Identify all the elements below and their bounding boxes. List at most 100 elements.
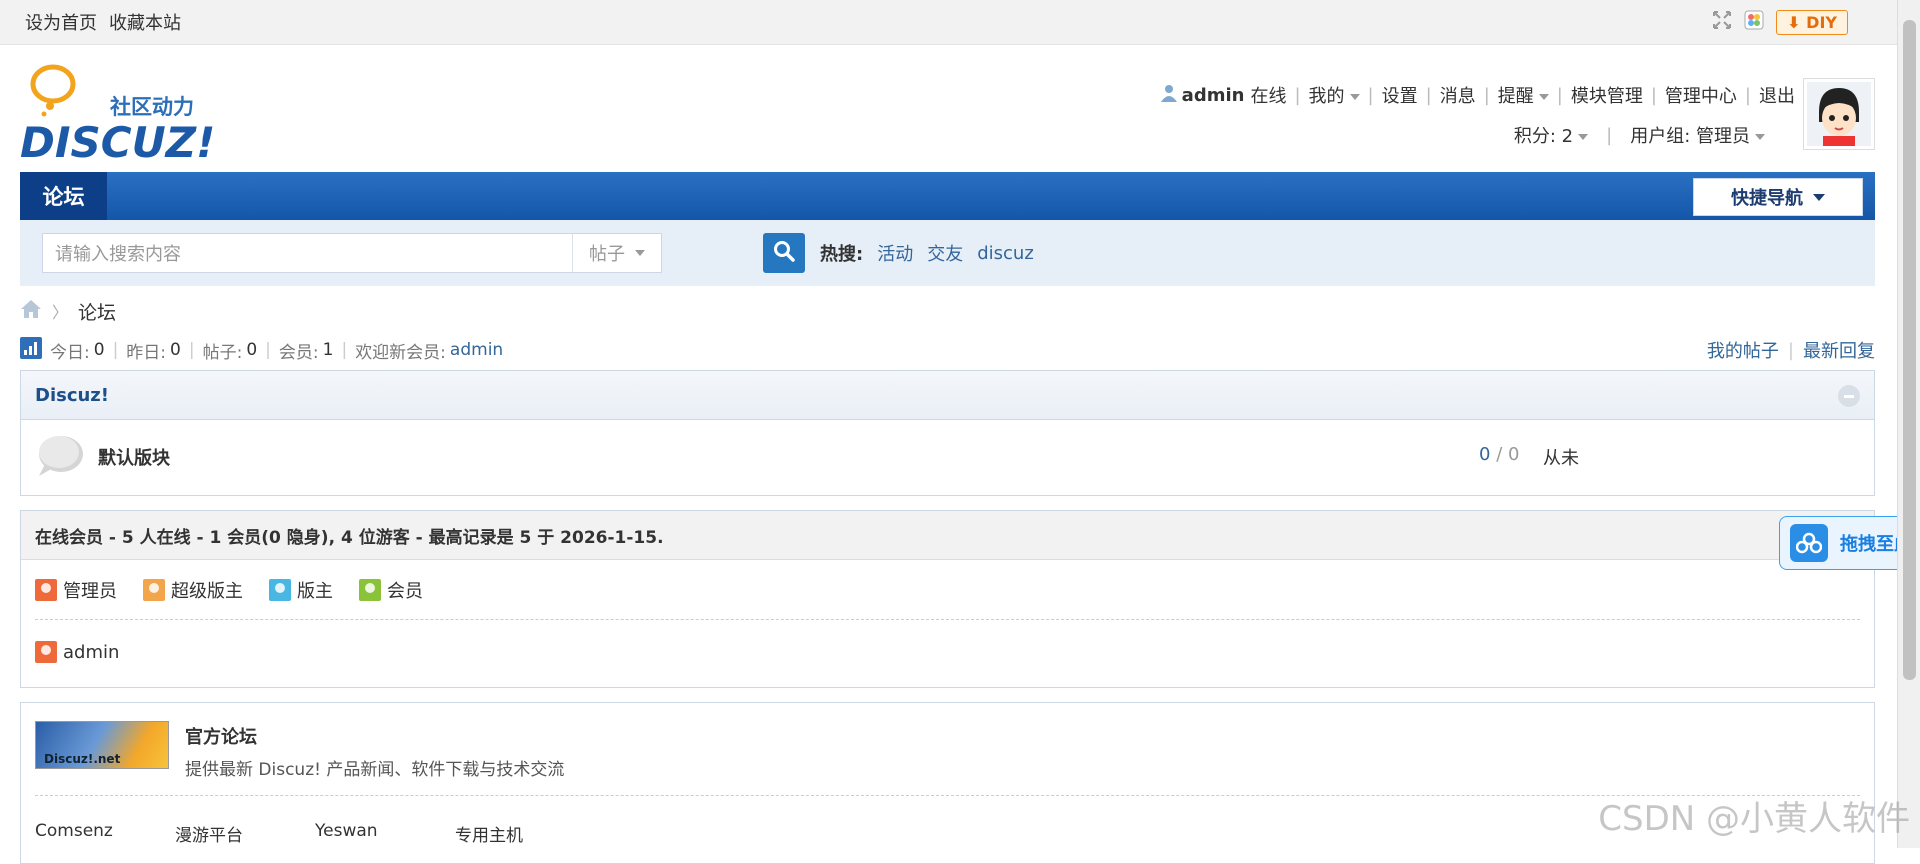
fullscreen-icon[interactable]: [1712, 10, 1732, 35]
logo-brand: DISCUZ!: [20, 118, 215, 164]
set-home-link[interactable]: 设为首页: [25, 9, 97, 35]
hot-link-discuz[interactable]: discuz: [977, 243, 1034, 264]
module-manage-link[interactable]: 模块管理: [1571, 82, 1643, 108]
friend-link[interactable]: 专用主机: [455, 821, 595, 846]
hot-link-friends[interactable]: 交友: [927, 240, 963, 266]
chevron-down-icon: [1538, 94, 1549, 100]
forum-bubble-icon: [35, 434, 85, 483]
page-scrollbar[interactable]: [1897, 0, 1920, 848]
forum-counts: 0 / 0: [1479, 444, 1520, 465]
online-header[interactable]: 在线会员 - 5 人在线 - 1 会员(0 隐身), 4 位游客 - 最高记录是…: [21, 511, 1874, 560]
hot-search-label: 热搜:: [820, 244, 864, 265]
watermark: CSDN @小黄人软件: [1598, 799, 1910, 839]
top-bar: 设为首页 收藏本站 ⬇ DIY: [0, 0, 1898, 45]
quick-nav-label: 快捷导航: [1731, 188, 1803, 209]
friend-link[interactable]: 漫游平台: [175, 821, 315, 846]
admin-role-icon: [35, 579, 57, 601]
online-box: 在线会员 - 5 人在线 - 1 会员(0 隐身), 4 位游客 - 最高记录是…: [20, 510, 1875, 688]
official-forum-desc: 提供最新 Discuz! 产品新闻、软件下载与技术交流: [185, 760, 565, 780]
hot-search: 热搜: 活动 交友 discuz: [820, 233, 1034, 273]
links-box: Discuz!.net 官方论坛 提供最新 Discuz! 产品新闻、软件下载与…: [20, 702, 1875, 864]
style-switch-icon[interactable]: [1744, 10, 1764, 35]
official-forum-title[interactable]: 官方论坛: [185, 723, 564, 749]
logout-link[interactable]: 退出: [1759, 82, 1795, 108]
user-nav-secondary: 积分: 2 | 用户组: 管理员: [1514, 122, 1765, 148]
category-title[interactable]: Discuz!: [35, 385, 109, 406]
admin-center-link[interactable]: 管理中心: [1665, 82, 1737, 108]
diy-button[interactable]: ⬇ DIY: [1776, 9, 1848, 35]
online-status: 在线: [1250, 86, 1287, 107]
online-user-name: admin: [63, 641, 120, 663]
latest-replies-link[interactable]: 最新回复: [1803, 337, 1875, 363]
messages-link[interactable]: 消息: [1440, 82, 1476, 108]
friend-link[interactable]: Yeswan: [315, 821, 455, 846]
settings-link[interactable]: 设置: [1382, 82, 1418, 108]
hot-link-activity[interactable]: 活动: [877, 240, 913, 266]
user-icon: [1160, 84, 1178, 107]
cloud-icon: [1790, 524, 1828, 562]
site-logo[interactable]: 社区动力 DISCUZ!: [20, 60, 220, 167]
legend-admin: 管理员: [35, 577, 117, 603]
main-nav: 论坛 快捷导航: [20, 172, 1875, 220]
official-forum-banner[interactable]: Discuz!.net: [35, 721, 169, 769]
breadcrumb-current: 论坛: [78, 301, 117, 324]
home-icon[interactable]: [20, 299, 42, 324]
legend-member: 会员: [359, 577, 423, 603]
bookmark-link[interactable]: 收藏本站: [109, 9, 181, 35]
mod-role-icon: [269, 579, 291, 601]
diy-label: DIY: [1806, 12, 1837, 32]
download-arrow-icon: ⬇: [1787, 12, 1801, 32]
forum-row: 默认版块 0 / 0 从未: [21, 420, 1874, 492]
newest-member-link[interactable]: admin: [450, 340, 503, 360]
stat-today: 0: [93, 340, 105, 360]
member-role-icon: [359, 579, 381, 601]
reminder-menu[interactable]: 提醒: [1498, 82, 1549, 108]
legend-mod: 版主: [269, 577, 333, 603]
search-icon: [773, 240, 795, 267]
friend-link[interactable]: Comsenz: [35, 821, 175, 846]
chevron-down-icon: [1813, 193, 1825, 201]
online-user[interactable]: admin: [35, 641, 119, 663]
chevron-down-icon: [1755, 134, 1765, 140]
stats-links: 我的帖子 | 最新回复: [1707, 336, 1875, 364]
chevron-down-icon: [1349, 94, 1360, 100]
top-links: 设为首页 收藏本站: [25, 0, 181, 44]
chevron-down-icon: [635, 250, 645, 256]
scrollbar-thumb[interactable]: [1903, 20, 1916, 680]
forum-stats: 今日: 0 | 昨日: 0 | 帖子: 0 | 会员: 1 | 欢迎新会员: admin: [20, 336, 503, 364]
user-nav: admin 在线 | 我的 | 设置 | 消息 | 提醒 | 模块管理 | 管理…: [1160, 82, 1795, 108]
chevron-down-icon: [1578, 134, 1589, 140]
stats-chart-icon: [20, 336, 42, 364]
credits-menu[interactable]: 积分: 2: [1514, 122, 1589, 148]
friend-links: Comsenz 漫游平台 Yeswan 专用主机: [35, 821, 595, 846]
divider: [35, 795, 1860, 796]
username-link[interactable]: admin: [1182, 85, 1245, 106]
logo-slogan: 社区动力: [109, 95, 194, 119]
usergroup-menu[interactable]: 用户组: 管理员: [1630, 122, 1765, 148]
top-tools: ⬇ DIY: [1712, 0, 1848, 44]
legend-super-mod: 超级版主: [143, 577, 243, 603]
breadcrumb: 〉 论坛: [20, 296, 116, 326]
my-posts-link[interactable]: 我的帖子: [1707, 337, 1779, 363]
search-button[interactable]: [763, 233, 805, 273]
my-menu[interactable]: 我的: [1309, 82, 1360, 108]
search-bar: 请输入搜索内容 帖子 热搜: 活动 交友 discuz: [20, 220, 1875, 286]
forum-last-post: 从未: [1543, 448, 1579, 469]
stat-posts: 0: [246, 340, 258, 360]
search-input[interactable]: 请输入搜索内容 帖子: [42, 233, 662, 273]
category-header: Discuz!: [21, 371, 1874, 420]
role-legend: 管理员 超级版主 版主 会员: [35, 577, 423, 603]
quick-nav-button[interactable]: 快捷导航: [1693, 178, 1863, 216]
admin-role-icon: [35, 641, 57, 663]
official-forum: Discuz!.net 官方论坛 提供最新 Discuz! 产品新闻、软件下载与…: [35, 721, 564, 780]
forum-name-link[interactable]: 默认版块: [98, 444, 170, 470]
divider: [35, 619, 1860, 620]
breadcrumb-separator: 〉: [52, 303, 69, 322]
tab-forum[interactable]: 论坛: [20, 172, 107, 220]
avatar[interactable]: [1803, 78, 1875, 150]
search-type-select[interactable]: 帖子: [572, 234, 661, 272]
super-mod-role-icon: [143, 579, 165, 601]
header: 社区动力 DISCUZ! admin 在线 | 我的 | 设置 | 消息 | 提…: [20, 60, 1875, 170]
category-box: Discuz! 默认版块 0 / 0 从未: [20, 370, 1875, 496]
collapse-icon[interactable]: [1838, 385, 1860, 407]
